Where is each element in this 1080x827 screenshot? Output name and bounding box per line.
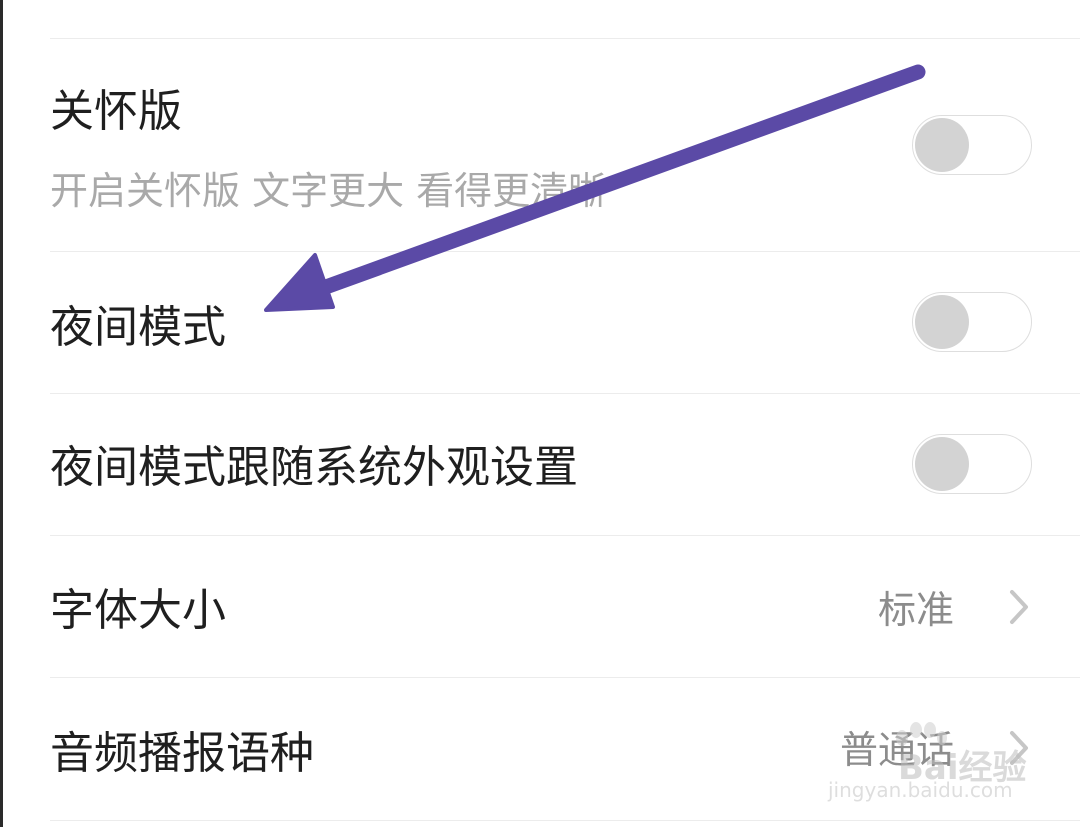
night-mode-toggle[interactable] (912, 292, 1032, 352)
settings-row-care-mode: 关怀版 开启关怀版 文字更大 看得更清晰 (0, 39, 1080, 251)
night-mode-title: 夜间模式 (50, 302, 226, 353)
chevron-right-icon (1010, 731, 1028, 765)
toggle-knob (915, 118, 969, 172)
chevron-right-icon (1010, 590, 1028, 624)
care-mode-title: 关怀版 (50, 86, 182, 137)
settings-row-audio-language[interactable]: 音频播报语种 普通话 (0, 678, 1080, 820)
audio-language-value: 普通话 (840, 728, 955, 772)
divider (50, 820, 1080, 821)
night-follow-system-title: 夜间模式跟随系统外观设置 (50, 442, 578, 493)
audio-language-title: 音频播报语种 (50, 728, 314, 779)
settings-row-font-size[interactable]: 字体大小 标准 (0, 536, 1080, 677)
care-mode-subtitle: 开启关怀版 文字更大 看得更清晰 (50, 169, 607, 213)
settings-row-night-mode: 夜间模式 (0, 252, 1080, 393)
toggle-knob (915, 295, 969, 349)
font-size-value: 标准 (878, 588, 955, 632)
toggle-knob (915, 437, 969, 491)
settings-screen: 关怀版 开启关怀版 文字更大 看得更清晰 夜间模式 夜间模式跟随系统外观设置 字… (0, 0, 1080, 827)
settings-row-night-follow-system: 夜间模式跟随系统外观设置 (0, 394, 1080, 535)
night-follow-system-toggle[interactable] (912, 434, 1032, 494)
care-mode-toggle[interactable] (912, 115, 1032, 175)
font-size-title: 字体大小 (50, 585, 226, 636)
